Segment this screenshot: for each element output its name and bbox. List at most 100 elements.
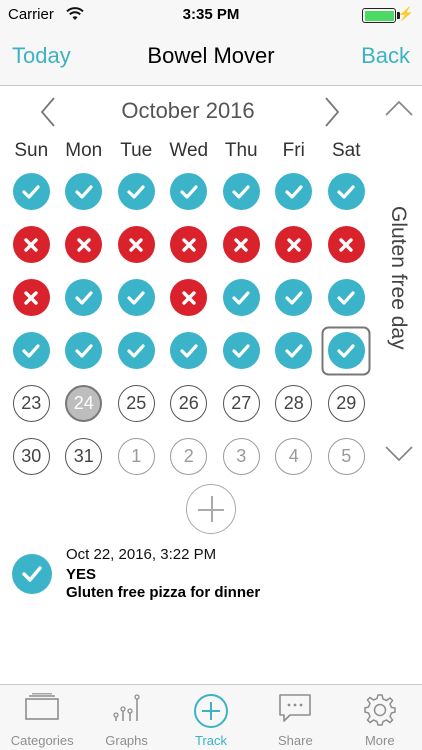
- calendar-day[interactable]: [215, 324, 268, 377]
- calendar-day[interactable]: [110, 218, 163, 271]
- calendar-day[interactable]: [320, 218, 373, 271]
- scroll-up-chevron-icon[interactable]: [384, 98, 414, 123]
- calendar-day[interactable]: 24: [58, 377, 111, 430]
- day-number[interactable]: 3: [222, 438, 260, 475]
- check-icon[interactable]: [117, 173, 155, 210]
- calendar-day[interactable]: 25: [110, 377, 163, 430]
- back-button[interactable]: Back: [361, 43, 410, 69]
- calendar-day[interactable]: 29: [320, 377, 373, 430]
- check-icon[interactable]: [222, 332, 260, 369]
- check-icon[interactable]: [65, 173, 103, 210]
- calendar-day[interactable]: 3: [215, 430, 268, 483]
- calendar-day[interactable]: 2: [163, 430, 216, 483]
- weekday-header: Tue: [120, 140, 153, 161]
- calendar-day[interactable]: [163, 271, 216, 324]
- next-month-button[interactable]: [322, 96, 342, 133]
- day-number[interactable]: 27: [222, 385, 260, 422]
- day-number[interactable]: 31: [65, 438, 103, 475]
- calendar-day[interactable]: [320, 324, 373, 377]
- day-number[interactable]: 2: [170, 438, 208, 475]
- check-icon[interactable]: [275, 173, 313, 210]
- calendar-day[interactable]: [58, 324, 111, 377]
- cross-icon[interactable]: [275, 226, 313, 263]
- calendar-day[interactable]: 5: [320, 430, 373, 483]
- calendar-day[interactable]: [5, 165, 58, 218]
- calendar-day[interactable]: [320, 165, 373, 218]
- calendar-day[interactable]: [268, 271, 321, 324]
- day-number[interactable]: 26: [170, 385, 208, 422]
- day-number[interactable]: 25: [117, 385, 155, 422]
- tab-label: Track: [194, 733, 227, 748]
- calendar-day[interactable]: [215, 218, 268, 271]
- day-number[interactable]: 23: [12, 385, 50, 422]
- month-title: October 2016: [121, 98, 255, 123]
- cross-icon[interactable]: [222, 226, 260, 263]
- calendar-day[interactable]: [58, 271, 111, 324]
- day-number[interactable]: 29: [327, 385, 365, 422]
- calendar-day[interactable]: [110, 324, 163, 377]
- check-icon[interactable]: [327, 173, 365, 210]
- check-icon[interactable]: [222, 173, 260, 210]
- calendar-day[interactable]: 26: [163, 377, 216, 430]
- calendar-day[interactable]: [163, 165, 216, 218]
- calendar-day[interactable]: [58, 165, 111, 218]
- calendar-day[interactable]: 4: [268, 430, 321, 483]
- cross-icon[interactable]: [170, 279, 208, 316]
- check-icon[interactable]: [275, 332, 313, 369]
- day-number[interactable]: 4: [275, 438, 313, 475]
- calendar-day[interactable]: [215, 271, 268, 324]
- tab-graphs[interactable]: Graphs: [84, 685, 168, 750]
- cross-icon[interactable]: [12, 226, 50, 263]
- check-icon[interactable]: [65, 332, 103, 369]
- calendar-day[interactable]: [110, 271, 163, 324]
- add-entry-button[interactable]: [186, 484, 236, 534]
- cross-icon[interactable]: [170, 226, 208, 263]
- tab-categories[interactable]: Categories: [0, 685, 84, 750]
- tab-more[interactable]: More: [338, 685, 422, 750]
- calendar-day[interactable]: 1: [110, 430, 163, 483]
- tab-track[interactable]: Track: [169, 685, 253, 750]
- check-icon[interactable]: [222, 279, 260, 316]
- check-icon[interactable]: [170, 173, 208, 210]
- calendar-day[interactable]: [163, 218, 216, 271]
- calendar-day[interactable]: [163, 324, 216, 377]
- calendar-day[interactable]: [110, 165, 163, 218]
- scroll-down-chevron-icon[interactable]: [384, 444, 414, 469]
- check-icon[interactable]: [65, 279, 103, 316]
- day-number[interactable]: 5: [327, 438, 365, 475]
- tab-share[interactable]: Share: [253, 685, 337, 750]
- check-icon[interactable]: [117, 332, 155, 369]
- calendar-day[interactable]: [268, 165, 321, 218]
- check-icon[interactable]: [12, 332, 50, 369]
- calendar-day[interactable]: [320, 271, 373, 324]
- calendar-day[interactable]: [5, 324, 58, 377]
- calendar-day[interactable]: [5, 218, 58, 271]
- day-number[interactable]: 28: [275, 385, 313, 422]
- tab-label: Graphs: [105, 733, 148, 748]
- calendar-day[interactable]: [5, 271, 58, 324]
- check-icon[interactable]: [327, 279, 365, 316]
- calendar-day[interactable]: 23: [5, 377, 58, 430]
- cross-icon[interactable]: [117, 226, 155, 263]
- calendar-week: [5, 271, 375, 324]
- day-number[interactable]: 30: [12, 438, 50, 475]
- check-icon[interactable]: [275, 279, 313, 316]
- entry-detail[interactable]: Oct 22, 2016, 3:22 PM YES Gluten free pi…: [12, 546, 412, 608]
- calendar-day[interactable]: [268, 324, 321, 377]
- cross-icon[interactable]: [327, 226, 365, 263]
- calendar-day[interactable]: 28: [268, 377, 321, 430]
- day-number[interactable]: 1: [117, 438, 155, 475]
- calendar-day[interactable]: 31: [58, 430, 111, 483]
- calendar-day[interactable]: [215, 165, 268, 218]
- calendar-day[interactable]: [58, 218, 111, 271]
- today-day-number[interactable]: 24: [65, 385, 103, 422]
- check-icon[interactable]: [170, 332, 208, 369]
- calendar-day[interactable]: 27: [215, 377, 268, 430]
- check-icon[interactable]: [12, 173, 50, 210]
- calendar-day[interactable]: [268, 218, 321, 271]
- share-icon: [278, 693, 312, 728]
- cross-icon[interactable]: [12, 279, 50, 316]
- check-icon[interactable]: [117, 279, 155, 316]
- cross-icon[interactable]: [65, 226, 103, 263]
- calendar-day[interactable]: 30: [5, 430, 58, 483]
